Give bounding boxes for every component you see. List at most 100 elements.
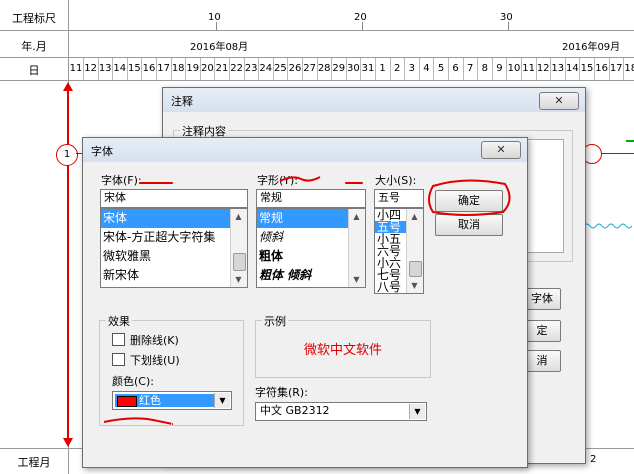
header-divider (0, 30, 634, 31)
day-cell: 6 (449, 58, 464, 80)
font-label: 字体(F): (101, 174, 142, 187)
red-annotation (139, 182, 173, 184)
ruler-tick: 20 (354, 12, 367, 23)
scroll-up-icon[interactable]: ▲ (407, 209, 422, 224)
day-cell: 15 (127, 58, 143, 80)
ruler-tick: 10 (208, 12, 221, 23)
red-underline-annotation (103, 417, 173, 425)
day-cell: 21 (215, 58, 230, 80)
arrow-up-icon (63, 82, 73, 91)
day-cell: 18 (624, 58, 634, 80)
header-divider (0, 80, 634, 81)
year-month-label: 年.月 (21, 40, 47, 53)
scroll-up-icon[interactable]: ▲ (231, 209, 246, 224)
project-month-value: 2 (590, 454, 597, 465)
list-item[interactable]: 新宋体 (101, 266, 247, 285)
day-cell: 25 (273, 58, 289, 80)
font-dialog: 字体 ✕ 字体(F): 宋体 宋体 宋体-方正超大字符集 微软雅黑 新宋体 ▲ … (82, 137, 528, 468)
day-cell: 5 (434, 58, 449, 80)
font-input[interactable]: 宋体 (100, 189, 248, 208)
month-label: 2016年09月 (562, 42, 621, 53)
scroll-down-icon[interactable]: ▼ (349, 272, 364, 287)
day-cell: 8 (478, 58, 493, 80)
charset-label: 字符集(R): (255, 386, 308, 399)
style-input[interactable]: 常规 (256, 189, 366, 208)
day-cell: 17 (157, 58, 172, 80)
ruler-tick: 30 (500, 12, 513, 23)
day-cell: 7 (463, 58, 479, 80)
day-cell: 16 (142, 58, 157, 80)
day-cell: 26 (288, 58, 303, 80)
day-cell: 27 (303, 58, 318, 80)
color-value: 红色 (139, 394, 161, 407)
sample-group: 示例 微软中文软件 (255, 313, 431, 378)
charset-value: 中文 GB2312 (260, 404, 330, 417)
scroll-down-icon[interactable]: ▼ (231, 272, 246, 287)
color-label: 颜色(C): (112, 375, 154, 388)
day-cell: 23 (244, 58, 260, 80)
day-cell: 30 (346, 58, 362, 80)
list-item[interactable]: 微软雅黑 (101, 247, 247, 266)
cancel-button[interactable]: 消 (523, 350, 561, 372)
timeline-line (67, 88, 69, 440)
size-label: 大小(S): (375, 174, 417, 187)
day-cell: 29 (332, 58, 347, 80)
note-titlebar: 注释 ✕ (163, 88, 585, 112)
red-annotation (345, 182, 363, 184)
node-circle[interactable]: 1 (56, 144, 78, 166)
day-cell: 3 (405, 58, 420, 80)
day-cell: 2 (390, 58, 406, 80)
chevron-down-icon[interactable]: ▼ (214, 393, 230, 408)
close-icon[interactable]: ✕ (539, 92, 579, 110)
day-cell: 31 (361, 58, 376, 80)
close-icon[interactable]: ✕ (481, 141, 521, 159)
color-select[interactable]: 红色 ▼ (112, 391, 232, 410)
size-list[interactable]: 小四 五号 小五 六号 小六 七号 八号 ▲ ▼ (374, 208, 424, 294)
ok-button[interactable]: 定 (523, 320, 561, 342)
day-cell: 13 (551, 58, 566, 80)
scroll-thumb[interactable] (233, 253, 246, 271)
day-cell: 22 (230, 58, 245, 80)
day-cell: 15 (580, 58, 595, 80)
strikeout-label: 删除线(K) (130, 334, 179, 347)
scrollbar[interactable]: ▲ ▼ (230, 209, 247, 287)
red-circle-annotation (428, 179, 511, 216)
font-list[interactable]: 宋体 宋体-方正超大字符集 微软雅黑 新宋体 ▲ ▼ (100, 208, 248, 288)
day-cell: 17 (609, 58, 625, 80)
day-cell: 16 (595, 58, 610, 80)
scroll-thumb[interactable] (409, 261, 422, 277)
size-input[interactable]: 五号 (374, 189, 424, 208)
day-cell: 14 (565, 58, 581, 80)
list-item[interactable]: 宋体-方正超大字符集 (101, 228, 247, 247)
chevron-down-icon[interactable]: ▼ (409, 404, 425, 419)
scroll-up-icon[interactable]: ▲ (349, 209, 364, 224)
strikeout-checkbox[interactable] (112, 333, 125, 346)
scrollbar[interactable]: ▲ ▼ (406, 209, 423, 293)
scroll-down-icon[interactable]: ▼ (407, 278, 422, 293)
font-button[interactable]: 字体 (523, 288, 561, 310)
scrollbar[interactable]: ▲ ▼ (348, 209, 365, 287)
sample-text: 微软中文软件 (303, 343, 382, 358)
red-strike-annotation (279, 176, 321, 182)
day-cell: 12 (536, 58, 552, 80)
day-cell: 4 (419, 58, 435, 80)
note-title: 注释 (171, 95, 193, 108)
font-titlebar: 字体 ✕ (83, 138, 527, 162)
day-cell: 12 (84, 58, 99, 80)
list-item[interactable]: 宋体 (101, 209, 247, 228)
style-list[interactable]: 常规 倾斜 粗体 粗体 倾斜 ▲ ▼ (256, 208, 366, 288)
charset-select[interactable]: 中文 GB2312 ▼ (255, 402, 427, 421)
day-cell: 14 (113, 58, 128, 80)
day-cell: 1 (376, 58, 391, 80)
day-cell: 10 (507, 58, 522, 80)
day-cell: 24 (259, 58, 274, 80)
sample-label: 示例 (262, 313, 288, 329)
effects-label: 效果 (106, 313, 132, 329)
project-month-label: 工程月 (17, 456, 51, 469)
day-cell: 11 (522, 58, 537, 80)
ruler-label: 工程标尺 (12, 12, 56, 25)
underline-checkbox[interactable] (112, 353, 125, 366)
day-cell: 20 (200, 58, 216, 80)
day-cell: 9 (492, 58, 508, 80)
day-cell: 18 (171, 58, 187, 80)
